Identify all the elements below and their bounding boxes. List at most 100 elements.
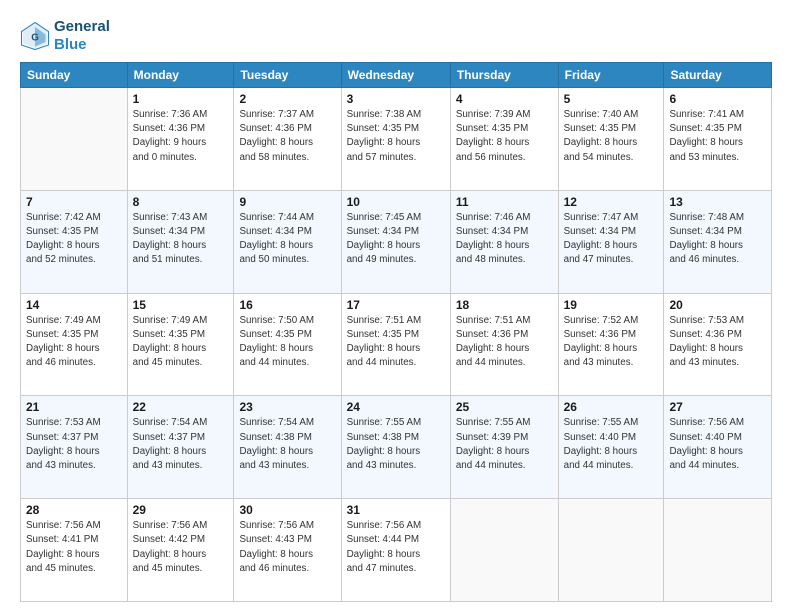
day-info: Sunrise: 7:56 AM Sunset: 4:44 PM Dayligh… bbox=[347, 519, 445, 576]
day-number: 22 bbox=[133, 400, 229, 414]
logo-text: General Blue bbox=[54, 18, 110, 54]
week-row-4: 21 Sunrise: 7:53 AM Sunset: 4:37 PM Dayli… bbox=[21, 396, 772, 499]
calendar-cell: 15Sunrise: 7:49 AM Sunset: 4:35 PM Dayli… bbox=[127, 293, 234, 396]
calendar-cell: 21 Sunrise: 7:53 AM Sunset: 4:37 PM Dayli… bbox=[21, 396, 128, 499]
day-info: Sunrise: 7:47 AM Sunset: 4:34 PM Dayligh… bbox=[564, 211, 659, 268]
day-info: Sunrise: 7:51 AM Sunset: 4:36 PM Dayligh… bbox=[456, 314, 553, 371]
day-number: 3 bbox=[347, 92, 445, 106]
day-number: 28 bbox=[26, 503, 122, 517]
day-number: 16 bbox=[239, 298, 335, 312]
day-number: 17 bbox=[347, 298, 445, 312]
day-number: 27 bbox=[669, 400, 766, 414]
logo-icon: G bbox=[20, 21, 50, 51]
calendar-cell bbox=[664, 499, 772, 602]
calendar-cell: 13Sunrise: 7:48 AM Sunset: 4:34 PM Dayli… bbox=[664, 190, 772, 293]
calendar-cell: 19 Sunrise: 7:52 AM Sunset: 4:36 PM Dayli… bbox=[558, 293, 664, 396]
day-number: 14 bbox=[26, 298, 122, 312]
calendar-cell: 31 Sunrise: 7:56 AM Sunset: 4:44 PM Dayli… bbox=[341, 499, 450, 602]
day-number: 29 bbox=[133, 503, 229, 517]
week-row-2: 7 Sunrise: 7:42 AM Sunset: 4:35 PM Daylig… bbox=[21, 190, 772, 293]
calendar-cell: 22 Sunrise: 7:54 AM Sunset: 4:37 PM Dayli… bbox=[127, 396, 234, 499]
logo: G General Blue bbox=[20, 18, 110, 54]
calendar-cell: 7 Sunrise: 7:42 AM Sunset: 4:35 PM Daylig… bbox=[21, 190, 128, 293]
day-number: 10 bbox=[347, 195, 445, 209]
day-number: 13 bbox=[669, 195, 766, 209]
header: G General Blue bbox=[20, 18, 772, 54]
calendar-cell: 18 Sunrise: 7:51 AM Sunset: 4:36 PM Dayli… bbox=[450, 293, 558, 396]
calendar-cell: 24 Sunrise: 7:55 AM Sunset: 4:38 PM Dayli… bbox=[341, 396, 450, 499]
calendar-cell: 1 Sunrise: 7:36 AM Sunset: 4:36 PM Daylig… bbox=[127, 88, 234, 191]
calendar-cell: 8Sunrise: 7:43 AM Sunset: 4:34 PM Daylig… bbox=[127, 190, 234, 293]
calendar-cell: 9 Sunrise: 7:44 AM Sunset: 4:34 PM Daylig… bbox=[234, 190, 341, 293]
svg-text:G: G bbox=[31, 33, 39, 44]
week-row-3: 14 Sunrise: 7:49 AM Sunset: 4:35 PM Dayli… bbox=[21, 293, 772, 396]
day-number: 8 bbox=[133, 195, 229, 209]
calendar-cell bbox=[558, 499, 664, 602]
day-number: 19 bbox=[564, 298, 659, 312]
day-number: 6 bbox=[669, 92, 766, 106]
day-info: Sunrise: 7:44 AM Sunset: 4:34 PM Dayligh… bbox=[239, 211, 335, 268]
calendar-cell: 3 Sunrise: 7:38 AM Sunset: 4:35 PM Daylig… bbox=[341, 88, 450, 191]
day-number: 7 bbox=[26, 195, 122, 209]
day-info: Sunrise: 7:53 AM Sunset: 4:36 PM Dayligh… bbox=[669, 314, 766, 371]
calendar-cell: 28 Sunrise: 7:56 AM Sunset: 4:41 PM Dayli… bbox=[21, 499, 128, 602]
calendar-cell bbox=[21, 88, 128, 191]
weekday-header-monday: Monday bbox=[127, 63, 234, 88]
weekday-header-sunday: Sunday bbox=[21, 63, 128, 88]
day-number: 4 bbox=[456, 92, 553, 106]
day-number: 20 bbox=[669, 298, 766, 312]
calendar-cell: 25Sunrise: 7:55 AM Sunset: 4:39 PM Dayli… bbox=[450, 396, 558, 499]
calendar-cell: 16 Sunrise: 7:50 AM Sunset: 4:35 PM Dayli… bbox=[234, 293, 341, 396]
week-row-5: 28 Sunrise: 7:56 AM Sunset: 4:41 PM Dayli… bbox=[21, 499, 772, 602]
weekday-header-wednesday: Wednesday bbox=[341, 63, 450, 88]
day-info: Sunrise: 7:56 AM Sunset: 4:41 PM Dayligh… bbox=[26, 519, 122, 576]
weekday-header-tuesday: Tuesday bbox=[234, 63, 341, 88]
day-number: 2 bbox=[239, 92, 335, 106]
calendar-cell: 29Sunrise: 7:56 AM Sunset: 4:42 PM Dayli… bbox=[127, 499, 234, 602]
calendar-cell: 14 Sunrise: 7:49 AM Sunset: 4:35 PM Dayli… bbox=[21, 293, 128, 396]
weekday-header-friday: Friday bbox=[558, 63, 664, 88]
day-info: Sunrise: 7:56 AM Sunset: 4:43 PM Dayligh… bbox=[239, 519, 335, 576]
day-number: 31 bbox=[347, 503, 445, 517]
calendar-cell: 4 Sunrise: 7:39 AM Sunset: 4:35 PM Daylig… bbox=[450, 88, 558, 191]
calendar-table: SundayMondayTuesdayWednesdayThursdayFrid… bbox=[20, 62, 772, 602]
calendar-cell: 5Sunrise: 7:40 AM Sunset: 4:35 PM Daylig… bbox=[558, 88, 664, 191]
day-number: 5 bbox=[564, 92, 659, 106]
day-info: Sunrise: 7:54 AM Sunset: 4:38 PM Dayligh… bbox=[239, 416, 335, 473]
day-info: Sunrise: 7:36 AM Sunset: 4:36 PM Dayligh… bbox=[133, 108, 229, 165]
calendar-cell: 12Sunrise: 7:47 AM Sunset: 4:34 PM Dayli… bbox=[558, 190, 664, 293]
day-info: Sunrise: 7:49 AM Sunset: 4:35 PM Dayligh… bbox=[26, 314, 122, 371]
day-info: Sunrise: 7:52 AM Sunset: 4:36 PM Dayligh… bbox=[564, 314, 659, 371]
day-info: Sunrise: 7:45 AM Sunset: 4:34 PM Dayligh… bbox=[347, 211, 445, 268]
calendar-cell: 26Sunrise: 7:55 AM Sunset: 4:40 PM Dayli… bbox=[558, 396, 664, 499]
calendar-cell: 30Sunrise: 7:56 AM Sunset: 4:43 PM Dayli… bbox=[234, 499, 341, 602]
calendar-cell: 11Sunrise: 7:46 AM Sunset: 4:34 PM Dayli… bbox=[450, 190, 558, 293]
calendar-cell: 23 Sunrise: 7:54 AM Sunset: 4:38 PM Dayli… bbox=[234, 396, 341, 499]
day-number: 23 bbox=[239, 400, 335, 414]
day-info: Sunrise: 7:46 AM Sunset: 4:34 PM Dayligh… bbox=[456, 211, 553, 268]
calendar-cell: 17 Sunrise: 7:51 AM Sunset: 4:35 PM Dayli… bbox=[341, 293, 450, 396]
calendar-cell bbox=[450, 499, 558, 602]
day-number: 1 bbox=[133, 92, 229, 106]
weekday-header-row: SundayMondayTuesdayWednesdayThursdayFrid… bbox=[21, 63, 772, 88]
day-info: Sunrise: 7:39 AM Sunset: 4:35 PM Dayligh… bbox=[456, 108, 553, 165]
calendar-cell: 6 Sunrise: 7:41 AM Sunset: 4:35 PM Daylig… bbox=[664, 88, 772, 191]
day-info: Sunrise: 7:56 AM Sunset: 4:40 PM Dayligh… bbox=[669, 416, 766, 473]
page: G General Blue SundayMondayTuesdayWednes… bbox=[0, 0, 792, 612]
day-info: Sunrise: 7:38 AM Sunset: 4:35 PM Dayligh… bbox=[347, 108, 445, 165]
day-number: 9 bbox=[239, 195, 335, 209]
day-info: Sunrise: 7:53 AM Sunset: 4:37 PM Dayligh… bbox=[26, 416, 122, 473]
day-number: 15 bbox=[133, 298, 229, 312]
day-info: Sunrise: 7:55 AM Sunset: 4:40 PM Dayligh… bbox=[564, 416, 659, 473]
day-info: Sunrise: 7:55 AM Sunset: 4:38 PM Dayligh… bbox=[347, 416, 445, 473]
day-info: Sunrise: 7:41 AM Sunset: 4:35 PM Dayligh… bbox=[669, 108, 766, 165]
day-info: Sunrise: 7:42 AM Sunset: 4:35 PM Dayligh… bbox=[26, 211, 122, 268]
day-info: Sunrise: 7:50 AM Sunset: 4:35 PM Dayligh… bbox=[239, 314, 335, 371]
calendar-cell: 27 Sunrise: 7:56 AM Sunset: 4:40 PM Dayli… bbox=[664, 396, 772, 499]
day-info: Sunrise: 7:54 AM Sunset: 4:37 PM Dayligh… bbox=[133, 416, 229, 473]
day-number: 21 bbox=[26, 400, 122, 414]
calendar-cell: 10 Sunrise: 7:45 AM Sunset: 4:34 PM Dayli… bbox=[341, 190, 450, 293]
day-number: 18 bbox=[456, 298, 553, 312]
day-number: 24 bbox=[347, 400, 445, 414]
day-info: Sunrise: 7:51 AM Sunset: 4:35 PM Dayligh… bbox=[347, 314, 445, 371]
